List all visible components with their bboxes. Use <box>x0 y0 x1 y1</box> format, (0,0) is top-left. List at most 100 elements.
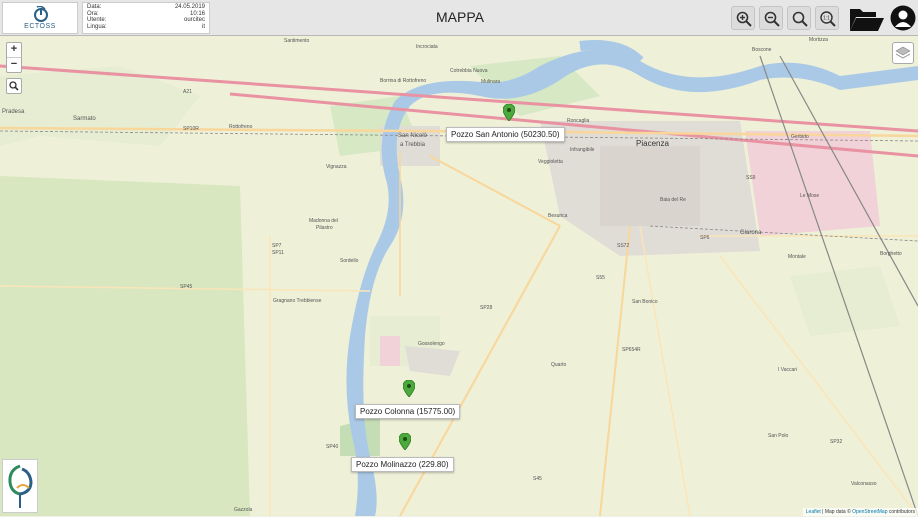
session-info: Data: 24.05.2019 Ora: 10:16 Utente: ourcite… <box>82 2 210 34</box>
info-value: 24.05.2019 <box>174 4 205 10</box>
logo-text: ECTOSS <box>24 23 56 30</box>
road-sp654r: SP654R <box>622 347 641 353</box>
zoom-fit-text: 1:1 <box>823 15 830 21</box>
map-tiles <box>0 36 918 516</box>
attribution-separator: | Map data © <box>820 509 853 515</box>
ectoss-logo: ECTOSS <box>2 2 78 34</box>
map-label-boscone: Boscone <box>752 47 772 53</box>
road-sp11: SP11 <box>272 250 284 256</box>
page-title: MAPPA <box>436 9 484 25</box>
road-ss72: SS72 <box>617 243 630 249</box>
marker-tooltip-colonna: Pozzo Colonna (15775.00) <box>355 404 461 419</box>
map-label-vignazza: Vignazza <box>326 164 347 170</box>
map-label-montale: Montale <box>788 254 806 260</box>
map-label-roncaglia: Roncaglia <box>567 118 590 124</box>
map-zoom-control: + − <box>6 42 22 73</box>
zoom-reset-button[interactable] <box>787 6 811 30</box>
map-zoom-out-button[interactable]: − <box>7 57 21 72</box>
zoom-out-icon <box>764 11 780 27</box>
map-label-gazzola: Gazzola <box>234 507 253 513</box>
logo-icon <box>34 6 48 22</box>
map-label-gerbido: Gerbido <box>791 134 809 140</box>
map-label-san-nicolo: San Nicolò <box>398 133 428 139</box>
map-search-button[interactable] <box>6 78 22 94</box>
map-label-le-mose: Le Mose <box>800 193 820 199</box>
map-canvas[interactable]: Sarmato Pradesa Rottofreno San Nicolò a … <box>0 36 918 516</box>
map-label-pilastro: Pilastro <box>316 225 333 231</box>
road-sp32: SP32 <box>830 439 843 445</box>
road-sp28: SP28 <box>480 305 493 311</box>
info-label: Data: <box>87 4 102 10</box>
layers-icon <box>895 46 911 59</box>
map-attribution: Leaflet | Map data © OpenStreetMap contr… <box>802 508 918 516</box>
map-label-i-vaccari: I Vaccari <box>778 367 798 373</box>
info-label: Utente: <box>87 17 107 24</box>
zoom-in-icon <box>736 11 752 27</box>
map-label-borrina: Borrina di Rottofreno <box>380 78 427 84</box>
zoom-fit-icon: 1:1 <box>820 11 836 27</box>
info-row-language: Lingua: it <box>87 24 205 31</box>
map-label-san-bonico: San Bonico <box>632 299 658 305</box>
map-label-giarona: Giarona <box>740 230 762 236</box>
zoom-out-button[interactable] <box>759 6 783 30</box>
map-label-gossolengo: Gossolengo <box>418 341 445 347</box>
info-value: ourcitec <box>183 17 205 24</box>
map-label-besurica: Besurica <box>548 213 568 219</box>
folder-icon <box>850 9 884 31</box>
map-label-san-polo: San Polo <box>768 433 789 439</box>
map-layers-button[interactable] <box>892 42 914 64</box>
map-label-incrociata: Incrociata <box>416 44 438 50</box>
map-label-sarmato: Sarmato <box>73 116 96 122</box>
map-label-infrangibile: Infrangibile <box>570 147 595 153</box>
map-marker-colonna[interactable] <box>403 380 415 397</box>
road-sp7: SP7 <box>272 243 282 249</box>
logo-icon <box>8 464 33 508</box>
info-value: it <box>202 24 205 31</box>
zoom-reset-icon <box>792 11 808 27</box>
road-sp10r: SP10R <box>183 126 199 132</box>
map-label-sordello: Sordello <box>340 258 359 264</box>
marker-tooltip-molinazzo: Pozzo Molinazzo (229.80) <box>351 457 454 472</box>
map-label-piacenza: Piacenza <box>636 139 669 148</box>
app-header: ECTOSS Data: 24.05.2019 Ora: 10:16 Utente:… <box>0 0 918 36</box>
info-label: Lingua: <box>87 24 107 31</box>
map-label-valconasso: Valconasso <box>851 481 877 487</box>
map-label-quarto: Quarto <box>551 362 567 368</box>
user-icon <box>890 5 916 31</box>
map-label-santimento: Santimento <box>284 38 310 44</box>
osm-link[interactable]: OpenStreetMap <box>852 509 887 515</box>
map-label-cotrebbia: Cotrebbia Nuova <box>450 68 488 74</box>
info-label: Ora: <box>87 10 99 17</box>
map-label-a-trebbia: a Trebbia <box>400 142 426 148</box>
map-marker-san-antonio[interactable] <box>503 104 515 121</box>
map-label-mulinara: Mulinara <box>481 79 501 85</box>
map-label-gragnano: Gragnano Trebbiense <box>273 298 322 304</box>
map-label-veggioletta: Veggioletta <box>538 159 563 165</box>
road-ss9: SS9 <box>746 175 756 181</box>
zoom-fit-button[interactable]: 1:1 <box>815 6 839 30</box>
info-row-date: Data: 24.05.2019 <box>87 4 205 11</box>
road-s55: S55 <box>596 275 605 281</box>
corner-logo <box>2 459 38 513</box>
map-zoom-in-button[interactable]: + <box>7 43 21 57</box>
road-a21: A21 <box>183 89 192 95</box>
map-marker-molinazzo[interactable] <box>399 433 411 450</box>
info-row-time: Ora: 10:16 <box>87 11 205 18</box>
info-value: 10:16 <box>189 10 205 17</box>
road-s45: S45 <box>533 476 542 482</box>
leaflet-link[interactable]: Leaflet <box>806 509 821 515</box>
map-label-borghetto: Borghetto <box>880 251 902 257</box>
map-label-rottofreno: Rottofreno <box>229 124 253 130</box>
map-label-baia-del-re: Baia del Re <box>660 197 686 203</box>
marker-tooltip-san-antonio: Pozzo San Antonio (50230.50) <box>446 127 565 142</box>
map-label-pradesa: Pradesa <box>2 109 25 115</box>
road-sp40: SP40 <box>326 444 339 450</box>
zoom-in-button[interactable] <box>731 6 755 30</box>
user-button[interactable] <box>890 5 916 31</box>
map-label-madonna: Madonna del <box>309 218 338 224</box>
road-sp6: SP6 <box>700 235 710 241</box>
road-sp45: SP45 <box>180 284 193 290</box>
folder-button[interactable] <box>850 7 884 36</box>
attribution-rest: contributors <box>887 509 915 515</box>
search-icon <box>9 81 19 91</box>
